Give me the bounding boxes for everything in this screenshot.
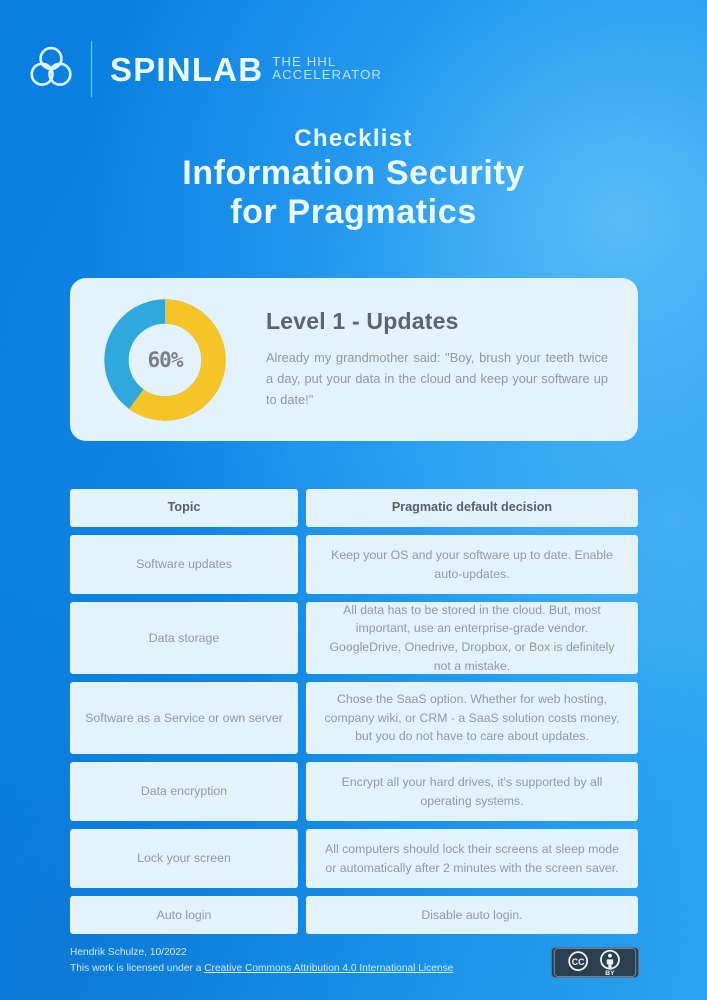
- table-cell-topic: Data storage: [70, 602, 298, 674]
- table-header-row: Topic Pragmatic default decision: [70, 489, 638, 527]
- svg-text:BY: BY: [605, 970, 615, 977]
- completion-donut-chart: 60%: [101, 296, 229, 424]
- level-text-block: Level 1 - Updates Already my grandmother…: [266, 308, 608, 410]
- table-cell-topic: Data encryption: [70, 762, 298, 821]
- title-kicker: Checklist: [294, 125, 413, 152]
- table-cell-topic: Auto login: [70, 896, 298, 934]
- footer-text: Hendrik Schulze, 10/2022 This work is li…: [70, 945, 453, 978]
- poster-page: SPINLAB THE HHL ACCELERATOR Checklist In…: [0, 0, 707, 1000]
- level-body-text: Already my grandmother said: "Boy, brush…: [266, 350, 608, 407]
- table-cell-decision: Disable auto login.: [306, 896, 638, 934]
- table-cell-decision: All computers should lock their screens …: [306, 829, 638, 888]
- brand-wordmark: SPINLAB: [110, 50, 264, 88]
- table-row: Software updates Keep your OS and your so…: [70, 535, 638, 594]
- table-cell-decision: Chose the SaaS option. Whether for web h…: [306, 682, 638, 754]
- table-row: Software as a Service or own server Chose…: [70, 682, 638, 754]
- brand-header: SPINLAB THE HHL ACCELERATOR: [25, 38, 382, 100]
- title-line-1: Information Security: [182, 153, 525, 192]
- brand-tagline-line2: ACCELERATOR: [272, 67, 383, 83]
- page-title: Checklist Information Security for Pragm…: [0, 125, 707, 231]
- table-row: Lock your screen All computers should loc…: [70, 829, 638, 888]
- table-cell-topic: Software updates: [70, 535, 298, 594]
- creative-commons-by-badge-icon: CC BY: [551, 947, 639, 978]
- table-cell-topic: Lock your screen: [70, 829, 298, 888]
- table-row: Data encryption Encrypt all your hard dri…: [70, 762, 638, 821]
- table-row: Auto login Disable auto login.: [70, 896, 638, 934]
- table-header-decision: Pragmatic default decision: [306, 489, 638, 527]
- level-card: 60% Level 1 - Updates Already my grandmo…: [70, 278, 638, 441]
- brand-tagline: THE HHL ACCELERATOR: [272, 53, 382, 83]
- license-link[interactable]: Creative Commons Attribution 4.0 Interna…: [204, 963, 453, 974]
- table-row: Data storage All data has to be stored in…: [70, 602, 638, 674]
- logo-divider: [91, 41, 92, 97]
- spinlab-trefoil-logo-icon: [25, 41, 77, 98]
- level-heading: Level 1 - Updates: [266, 308, 459, 335]
- footer-author: Hendrik Schulze, 10/2022: [70, 946, 187, 958]
- table-cell-topic: Software as a Service or own server: [70, 682, 298, 754]
- footer: Hendrik Schulze, 10/2022 This work is li…: [70, 945, 639, 978]
- footer-license-prefix: This work is licensed under a: [70, 963, 205, 975]
- donut-center-label: 60%: [147, 347, 184, 372]
- table-cell-decision: Encrypt all your hard drives, it's suppo…: [306, 762, 638, 821]
- title-line-2: for Pragmatics: [230, 192, 477, 231]
- footer-license: This work is licensed under a Creative C…: [70, 961, 453, 978]
- table-cell-decision: All data has to be stored in the cloud. …: [306, 602, 638, 674]
- table-cell-decision: Keep your OS and your software up to dat…: [306, 535, 638, 594]
- svg-text:CC: CC: [572, 957, 585, 967]
- table-header-topic: Topic: [70, 489, 298, 527]
- brand-tagline-line1: THE HHL: [272, 53, 337, 69]
- table-body: Software updates Keep your OS and your so…: [70, 535, 638, 934]
- checklist-table: Topic Pragmatic default decision Softwar…: [70, 489, 638, 934]
